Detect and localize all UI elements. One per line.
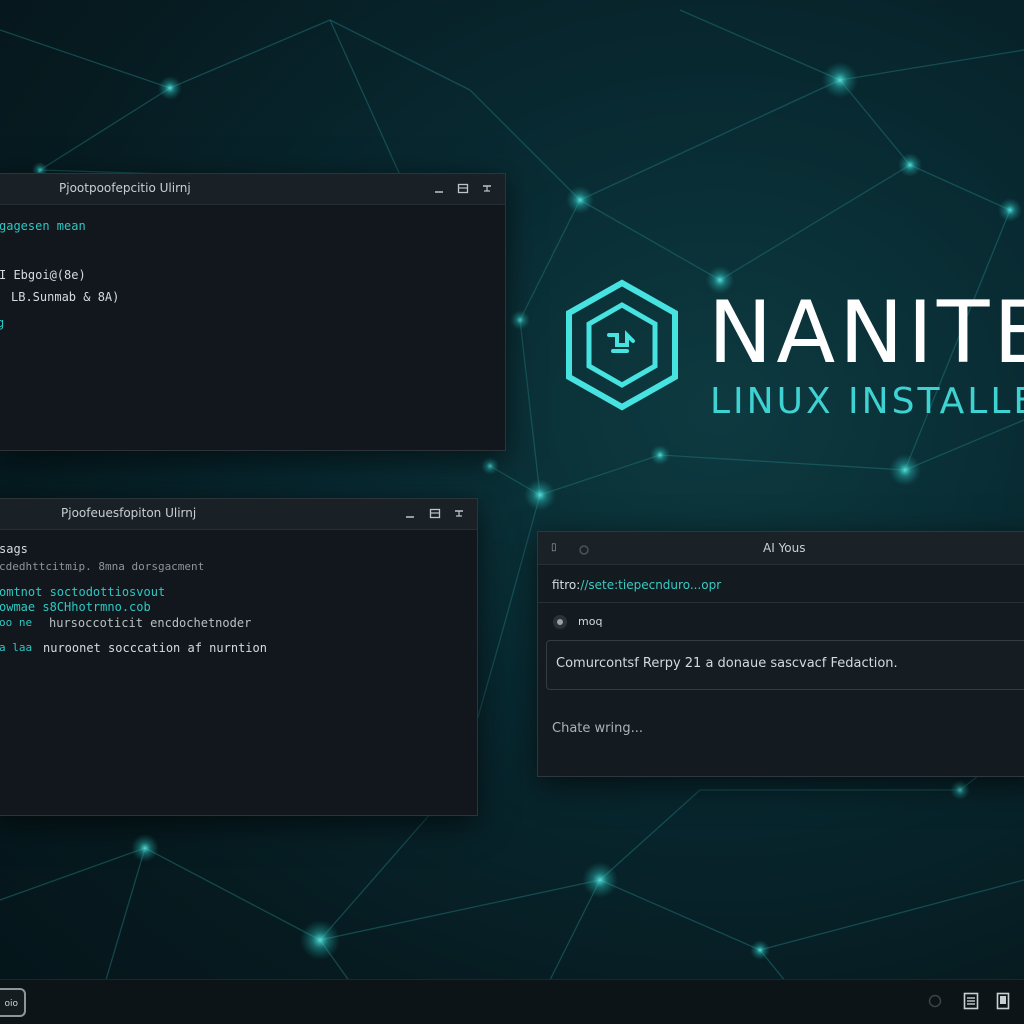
terminal-window-1[interactable]: Pjootpoofepcitio Ulirnj gagesen mean I E… (0, 173, 506, 451)
close-icon[interactable] (479, 180, 495, 196)
maximize-icon[interactable] (455, 180, 471, 196)
terminal-line: LB.Sunmab & 8A) (11, 290, 120, 304)
terminal-line-prefix: oo ne (0, 616, 33, 629)
brand-subtitle: LINUX INSTALLER (710, 381, 1024, 422)
window-icon[interactable] (996, 992, 1010, 1014)
terminal-line: gagesen mean (0, 219, 86, 233)
terminal-line-prefix: a laa (0, 641, 33, 654)
brand-name: NANITE (708, 283, 1024, 383)
nanite-logo-icon (566, 279, 678, 411)
terminal-line: sags (0, 542, 28, 556)
chat-title: AI Yous (763, 541, 806, 555)
terminal-1-titlebar[interactable]: Pjootpoofepcitio Ulirnj (0, 174, 505, 205)
minimize-icon[interactable] (402, 505, 418, 521)
terminal-1-output[interactable]: gagesen mean I Ebgoi@(8e) LB.Sunmab & 8A… (0, 205, 505, 450)
terminal-line: hursoccoticit encdochetnoder (49, 616, 252, 630)
ai-chat-window[interactable]: ▯ AI Yous fitro://sete:tiepecnduro...opr… (537, 531, 1024, 777)
avatar (552, 614, 568, 634)
terminal-window-2[interactable]: Pjoofeuesfopiton Ulirnj sags cdedhttcitm… (0, 498, 478, 816)
maximize-icon[interactable] (427, 505, 443, 521)
terminal-line: cdedhttcitmip. 8mna dorsgacment (0, 560, 205, 573)
terminal-line: I Ebgoi@(8e) (0, 268, 86, 282)
terminal-line: nuroonet socccation af nurntion (43, 641, 267, 655)
terminal-2-titlebar[interactable]: Pjoofeuesfopiton Ulirnj (0, 499, 477, 530)
taskbar: oio (0, 979, 1024, 1024)
close-icon[interactable] (451, 505, 467, 521)
terminal-line: owmae s8CHhotrmno.cob (0, 600, 151, 614)
power-icon[interactable] (928, 993, 942, 1012)
chat-titlebar[interactable]: ▯ AI Yous (538, 532, 1024, 565)
chat-typing-indicator: Chate wring... (552, 721, 643, 736)
chat-username: moq (578, 615, 603, 628)
url-link[interactable]: //sete:tiepecnduro...opr (580, 578, 721, 592)
chat-message-text: Comurcontsf Rerpy 21 a donaue sascvacf F… (556, 656, 898, 671)
chat-message-bubble: Comurcontsf Rerpy 21 a donaue sascvacf F… (546, 640, 1024, 690)
chat-url[interactable]: fitro://sete:tiepecnduro...opr (552, 578, 721, 592)
url-prefix: fitro: (552, 578, 581, 592)
document-icon[interactable] (963, 992, 979, 1014)
terminal-2-output[interactable]: sags cdedhttcitmip. 8mna dorsgacment omt… (0, 530, 477, 815)
terminal-line: omtnot soctodottiosvout (0, 585, 166, 599)
minimize-icon[interactable] (431, 180, 447, 196)
circle-icon[interactable] (578, 541, 590, 560)
desktop-background: Pjootpoofepcitio Ulirnj gagesen mean I E… (0, 0, 1024, 1024)
terminal-2-title: Pjoofeuesfopiton Ulirnj (61, 506, 197, 520)
terminal-line: g (0, 316, 5, 330)
divider (538, 602, 1024, 603)
terminal-1-title: Pjootpoofepcitio Ulirnj (59, 181, 191, 195)
start-button[interactable]: oio (0, 988, 26, 1017)
window-menu-icon[interactable]: ▯ (551, 542, 557, 553)
